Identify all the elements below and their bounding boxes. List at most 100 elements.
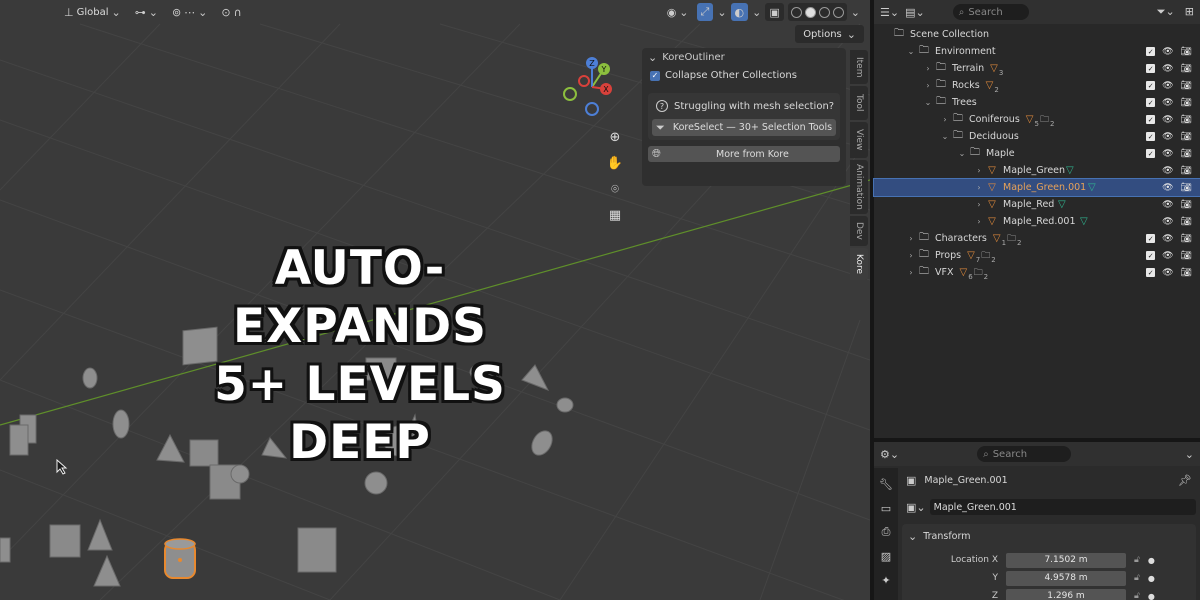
camera-icon[interactable]: 📷︎ xyxy=(1181,166,1192,176)
expand-arrow-open-icon[interactable]: ⌄ xyxy=(939,132,951,141)
eye-icon[interactable]: 👁︎ xyxy=(1162,81,1173,91)
camera-icon[interactable]: 📷︎ xyxy=(1181,217,1192,227)
checkbox-checked-icon[interactable]: ✓ xyxy=(650,70,660,81)
rendered-shading-icon[interactable] xyxy=(832,6,844,18)
location-z-field[interactable]: 1.296 m xyxy=(1006,588,1126,600)
material-shading-icon[interactable] xyxy=(818,6,830,18)
eye-icon[interactable]: 👁︎ xyxy=(1162,217,1173,227)
expand-arrow-open-icon[interactable]: ⌄ xyxy=(922,98,934,107)
3d-viewport[interactable]: ⊥ Global ⌄ ⊶ ⌄ ⊚ ⋯ ⌄ ⊙ ∩ ◉ ⌄ ⤢ ⌄ ◐ ⌄ ▣ ⌄… xyxy=(0,0,870,600)
chevron-down-icon[interactable]: ⌄ xyxy=(717,6,726,19)
outliner-row[interactable]: › ▽ Maple_Red.001 ▽ 👁︎ 📷︎ xyxy=(874,213,1200,230)
expand-arrow-closed-icon[interactable]: › xyxy=(973,217,985,226)
wireframe-shading-icon[interactable] xyxy=(790,6,802,18)
eye-icon[interactable]: 👁︎ xyxy=(1162,166,1173,176)
expand-arrow-open-icon[interactable]: ⌄ xyxy=(956,149,968,158)
location-x-field[interactable]: 7.1502 m xyxy=(1006,552,1126,568)
tool-tab-icon[interactable]: 🔧︎ xyxy=(876,476,896,492)
camera-icon[interactable]: 📷︎ xyxy=(1181,149,1192,159)
keyframe-dot-icon[interactable]: ● xyxy=(1148,556,1155,565)
chevron-down-icon[interactable]: ⌄ xyxy=(851,6,860,19)
lock-icon[interactable]: 🔓︎ xyxy=(1134,555,1140,565)
chevron-down-icon[interactable]: ⌄ xyxy=(1185,448,1194,461)
outliner-row[interactable]: ⌄ 🗀︎ Deciduous ✓ 👁︎ 📷︎ xyxy=(874,128,1200,145)
display-mode-icon[interactable]: ▤⌄ xyxy=(905,6,925,19)
expand-arrow-closed-icon[interactable]: › xyxy=(973,200,985,209)
tab-kore[interactable]: Kore xyxy=(850,248,868,280)
camera-icon[interactable]: 📷︎ xyxy=(1181,234,1192,244)
mesh-data-icon[interactable]: ▽ xyxy=(1066,165,1074,176)
koreselect-button[interactable]: ⏷ KoreSelect — 30+ Selection Tools xyxy=(652,119,836,136)
options-button[interactable]: Options ⌄ xyxy=(795,25,864,43)
object-name-field[interactable]: Maple_Green.001 xyxy=(929,499,1196,515)
camera-icon[interactable]: 📷︎ xyxy=(1181,251,1192,261)
camera-icon[interactable]: 📷︎ xyxy=(1181,81,1192,91)
proportional-edit-button[interactable]: ⊙ ∩ xyxy=(217,3,245,21)
exclude-checkbox[interactable]: ✓ xyxy=(1146,98,1156,107)
properties-search-input[interactable]: ⌕ Search xyxy=(977,446,1072,462)
output-tab-icon[interactable]: ⎙ xyxy=(876,524,896,540)
exclude-checkbox[interactable]: ✓ xyxy=(1146,64,1156,73)
eye-icon[interactable]: 👁︎ xyxy=(1162,98,1173,108)
navigation-gizmo[interactable]: Y Z X xyxy=(560,55,624,119)
object-data-icon[interactable]: ▣⌄ xyxy=(906,501,926,514)
scene-tab-icon[interactable]: ✦ xyxy=(876,572,896,588)
camera-icon[interactable]: 📷︎ xyxy=(1181,98,1192,108)
eye-icon[interactable]: 👁︎ xyxy=(1162,115,1173,125)
exclude-checkbox[interactable]: ✓ xyxy=(1146,251,1156,260)
tab-animation[interactable]: Animation xyxy=(850,160,868,214)
outliner-row[interactable]: › 🗀︎ Terrain ▽ 3 ✓ 👁︎ 📷︎ xyxy=(874,60,1200,77)
panel-header[interactable]: ⌄ KoreOutliner xyxy=(642,48,846,66)
location-y-field[interactable]: 4.9578 m xyxy=(1006,570,1126,586)
overlay-toggle[interactable]: ◐ xyxy=(730,3,749,21)
collapse-collections-option[interactable]: ✓ Collapse Other Collections xyxy=(642,66,846,85)
visibility-dropdown[interactable]: ◉ ⌄ xyxy=(663,3,693,21)
snap-dropdown[interactable]: ⊚ ⋯ ⌄ xyxy=(168,3,211,21)
exclude-checkbox[interactable]: ✓ xyxy=(1146,81,1156,90)
xray-toggle[interactable]: ▣ xyxy=(765,3,784,21)
transform-panel-header[interactable]: ⌄ Transform xyxy=(902,528,1196,544)
eye-icon[interactable]: 👁︎ xyxy=(1162,268,1173,278)
gizmo-toggle[interactable]: ⤢ xyxy=(696,3,714,21)
tab-view[interactable]: View xyxy=(850,122,868,158)
hand-pan-icon[interactable]: ✋ xyxy=(605,154,625,172)
eye-icon[interactable]: 👁︎ xyxy=(1162,183,1173,193)
editor-type-icon[interactable]: ☰⌄ xyxy=(880,6,899,19)
grid-perspective-icon[interactable]: ▦ xyxy=(605,206,625,224)
lock-icon[interactable]: 🔓︎ xyxy=(1134,591,1140,600)
editor-type-icon[interactable]: ⚙⌄ xyxy=(880,448,899,461)
tab-dev[interactable]: Dev xyxy=(850,216,868,246)
camera-icon[interactable]: 📷︎ xyxy=(1181,132,1192,142)
view-layer-tab-icon[interactable]: ▨ xyxy=(876,548,896,564)
pivot-dropdown[interactable]: ⊶ ⌄ xyxy=(131,3,162,21)
more-from-kore-button[interactable]: 🌐︎ More from Kore xyxy=(648,146,840,162)
outliner-row[interactable]: › 🗀︎ Coniferous ▽ 5 🗀︎ 2 ✓ 👁︎ 📷︎ xyxy=(874,111,1200,128)
expand-arrow-closed-icon[interactable]: › xyxy=(922,81,934,90)
outliner-row[interactable]: › 🗀︎ Rocks ▽ 2 ✓ 👁︎ 📷︎ xyxy=(874,77,1200,94)
outliner-row[interactable]: › 🗀︎ Characters ▽ 1 🗀︎ 2 ✓ 👁︎ 📷︎ xyxy=(874,230,1200,247)
camera-icon[interactable]: 📷︎ xyxy=(1181,47,1192,57)
eye-icon[interactable]: 👁︎ xyxy=(1162,132,1173,142)
eye-icon[interactable]: 👁︎ xyxy=(1162,200,1173,210)
expand-arrow-closed-icon[interactable]: › xyxy=(905,268,917,277)
exclude-checkbox[interactable]: ✓ xyxy=(1146,47,1156,56)
expand-arrow-closed-icon[interactable]: › xyxy=(905,251,917,260)
zoom-icon[interactable]: ⊕ xyxy=(605,128,625,146)
chevron-down-icon[interactable]: ⌄ xyxy=(752,6,761,19)
exclude-checkbox[interactable]: ✓ xyxy=(1146,268,1156,277)
outliner-row[interactable]: › ▽ Maple_Red ▽ 👁︎ 📷︎ xyxy=(874,196,1200,213)
outliner-row[interactable]: › ▽ Maple_Green.001 ▽ 👁︎ 📷︎ xyxy=(873,178,1200,197)
outliner-row[interactable]: ⌄ 🗀︎ Trees ✓ 👁︎ 📷︎ xyxy=(874,94,1200,111)
exclude-checkbox[interactable]: ✓ xyxy=(1146,234,1156,243)
keyframe-dot-icon[interactable]: ● xyxy=(1148,592,1155,600)
new-collection-icon[interactable]: ⊞ xyxy=(1185,5,1194,19)
outliner-row[interactable]: ⌄ 🗀︎ Environment ✓ 👁︎ 📷︎ xyxy=(874,43,1200,60)
render-tab-icon[interactable]: ▭ xyxy=(876,500,896,516)
outliner-search-input[interactable]: ⌕ Search xyxy=(952,4,1029,20)
exclude-checkbox[interactable]: ✓ xyxy=(1146,149,1156,158)
outliner-row[interactable]: ⌄ 🗀︎ Maple ✓ 👁︎ 📷︎ xyxy=(874,145,1200,162)
eye-icon[interactable]: 👁︎ xyxy=(1162,47,1173,57)
camera-icon[interactable]: 📷︎ xyxy=(1181,268,1192,278)
expand-arrow-open-icon[interactable]: ⌄ xyxy=(905,47,917,56)
mesh-data-icon[interactable]: ▽ xyxy=(1088,182,1096,193)
